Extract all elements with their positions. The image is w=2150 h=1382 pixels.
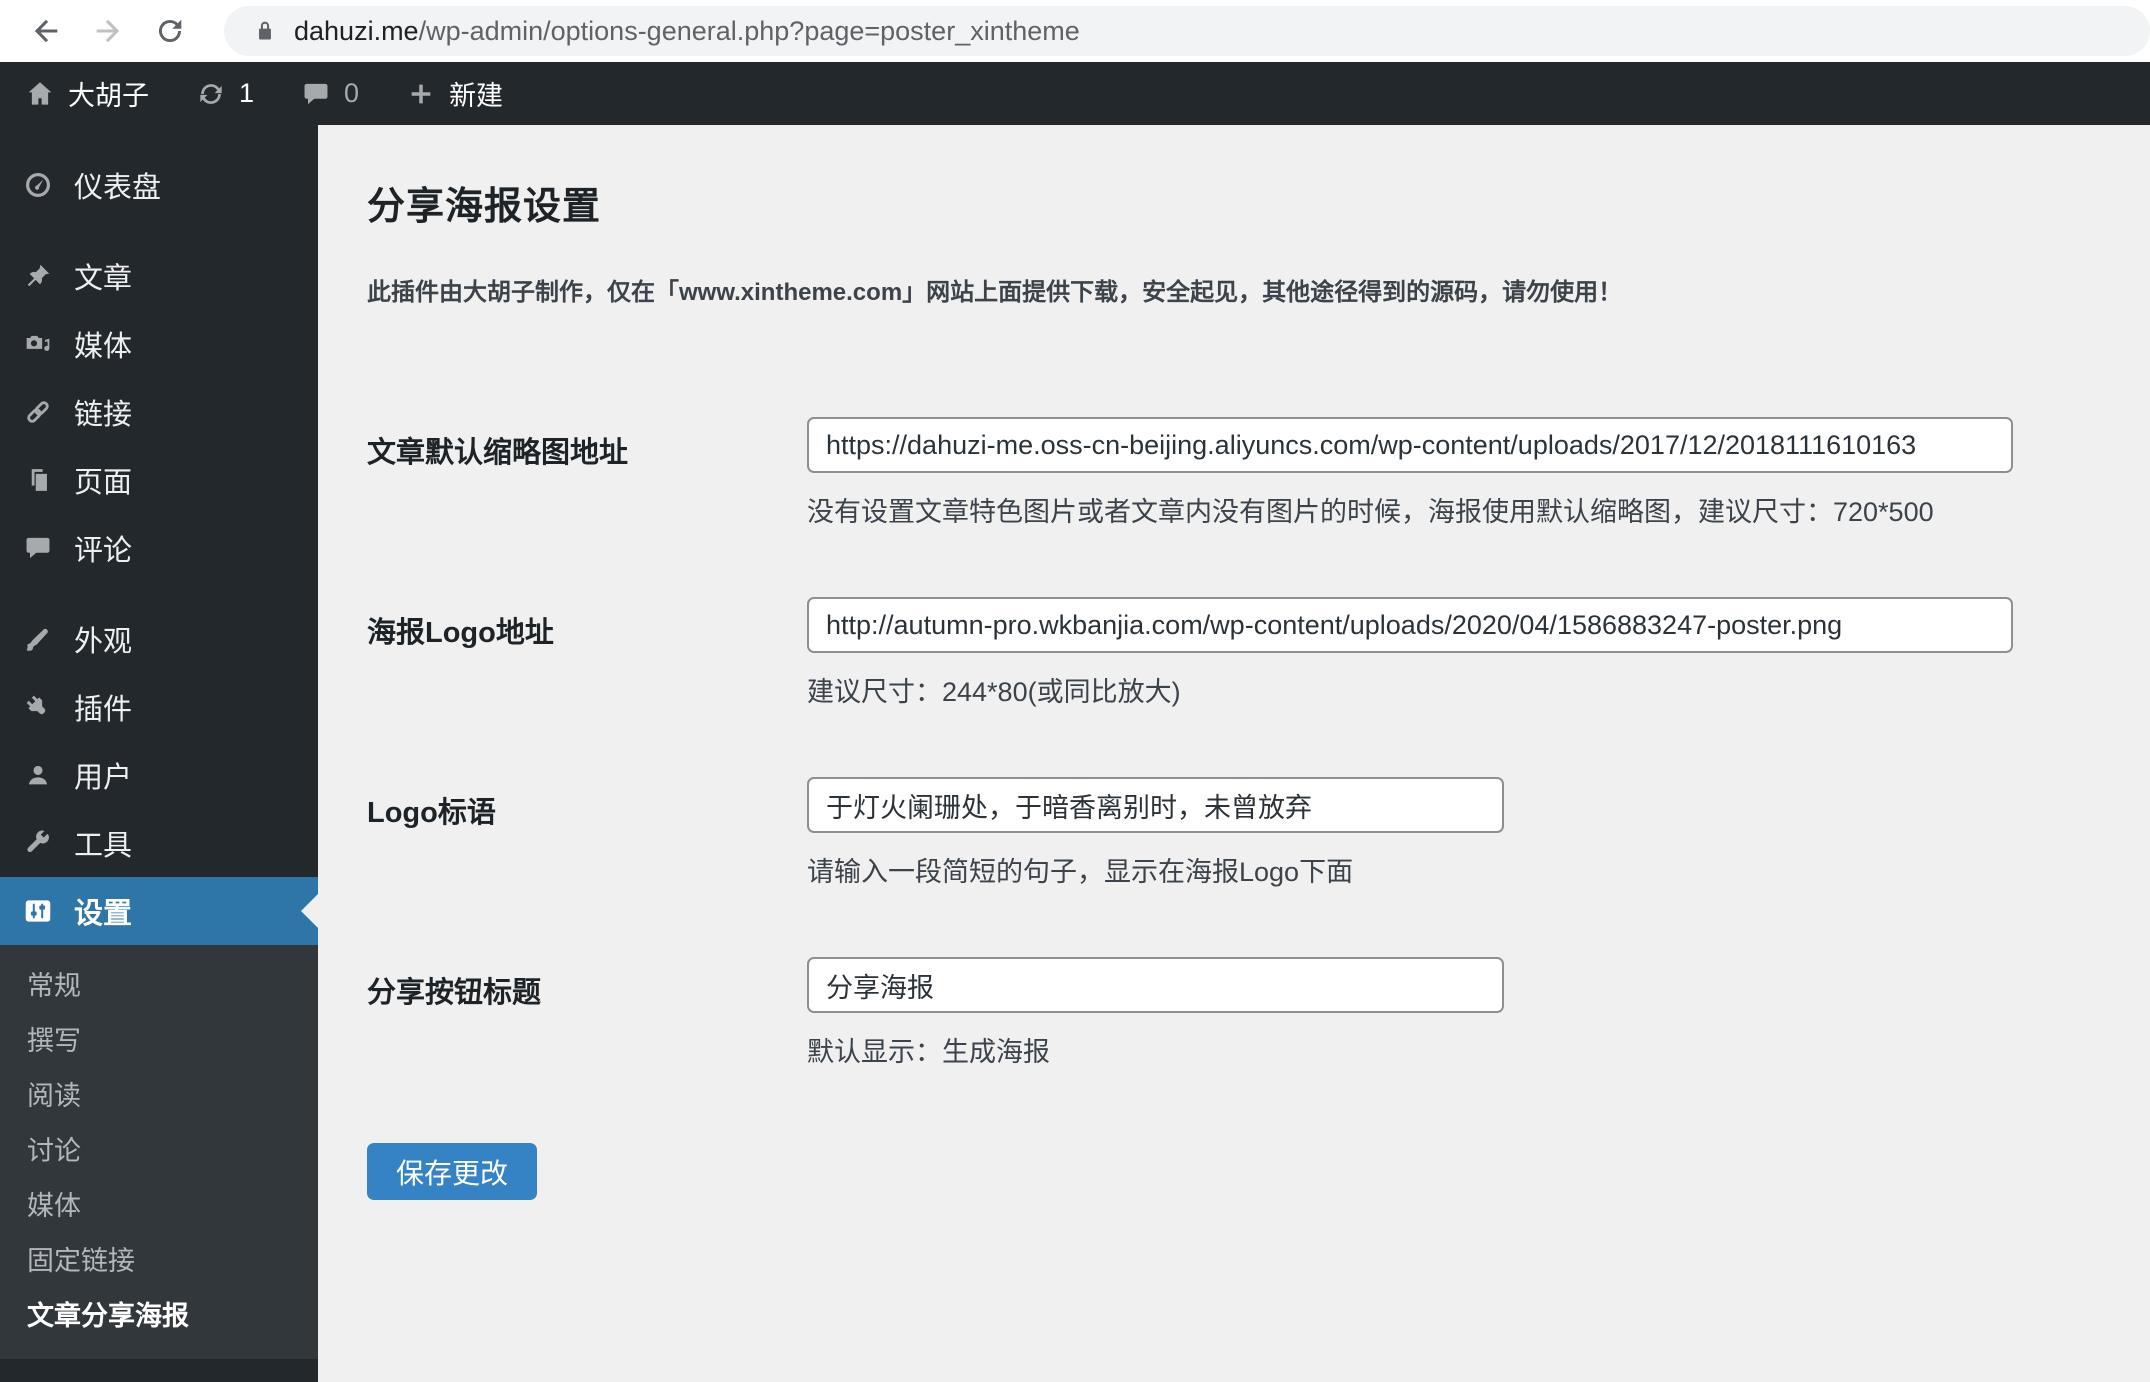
- media-icon: [21, 327, 55, 361]
- comment-icon: [21, 531, 55, 565]
- field-label: 文章默认缩略图地址: [367, 437, 629, 469]
- reload-icon: [158, 19, 182, 43]
- sidebar-item-tools[interactable]: 工具: [0, 809, 318, 877]
- dashboard-icon: [21, 168, 55, 202]
- sidebar-item-users[interactable]: 用户: [0, 741, 318, 809]
- pages-icon: [21, 463, 55, 497]
- plugin-notice: 此插件由大胡子制作，仅在「www.xintheme.com」网站上面提供下载，安…: [367, 279, 1623, 306]
- submenu-item-poster[interactable]: 文章分享海报: [0, 1289, 318, 1344]
- sidebar-item-comments[interactable]: 评论: [0, 514, 318, 582]
- sidebar-item-plugins[interactable]: 插件: [0, 673, 318, 741]
- plus-icon: [405, 78, 437, 110]
- pin-icon: [21, 259, 55, 293]
- field-label: Logo标语: [367, 797, 496, 829]
- url-bar[interactable]: dahuzi.me/wp-admin/options-general.php?p…: [224, 6, 2150, 56]
- admin-menu: 仪表盘 文章 媒体 链接 页面 评论 外观 插件 用户 工具 设置: [0, 125, 318, 945]
- comments-count: 0: [344, 78, 360, 108]
- sidebar-item-appearance[interactable]: 外观: [0, 605, 318, 673]
- field-help: 建议尺寸：244*80(或同比放大): [807, 677, 1181, 707]
- admin-bar: 大胡子 1 0 新建: [0, 62, 2150, 125]
- url-domain: dahuzi.me: [294, 15, 419, 46]
- home-icon: [24, 78, 56, 110]
- back-button[interactable]: [24, 9, 68, 53]
- admin-bar-new[interactable]: 新建: [405, 74, 503, 113]
- sidebar: 仪表盘 文章 媒体 链接 页面 评论 外观 插件 用户 工具 设置 常规 撰写 阅读…: [0, 125, 318, 1382]
- forward-button[interactable]: [86, 9, 130, 53]
- field-label: 分享按钮标题: [367, 977, 542, 1009]
- text-input[interactable]: [807, 597, 2013, 653]
- sliders-icon: [21, 894, 55, 928]
- sidebar-item-pages[interactable]: 页面: [0, 446, 318, 514]
- update-icon: [195, 78, 227, 110]
- url-path: /wp-admin/options-general.php?page=poste…: [418, 15, 1080, 46]
- field-help: 默认显示：生成海报: [807, 1037, 1050, 1067]
- form-row: 分享按钮标题 默认显示：生成海报: [367, 957, 2150, 1069]
- updates-count: 1: [239, 78, 255, 108]
- field-label: 海报Logo地址: [367, 617, 554, 649]
- page-title: 分享海报设置: [367, 186, 602, 228]
- submenu-item-writing[interactable]: 撰写: [0, 1014, 318, 1069]
- back-arrow-icon: [34, 19, 58, 43]
- admin-bar-site[interactable]: 大胡子: [24, 74, 149, 113]
- sidebar-item-media[interactable]: 媒体: [0, 310, 318, 378]
- admin-bar-comments[interactable]: 0: [300, 78, 359, 110]
- submenu-item-general[interactable]: 常规: [0, 959, 318, 1014]
- settings-form: 文章默认缩略图地址 没有设置文章特色图片或者文章内没有图片的时候，海报使用默认缩…: [367, 417, 2150, 1069]
- current-menu-arrow: [301, 894, 318, 928]
- text-input[interactable]: [807, 777, 1504, 833]
- new-label: 新建: [449, 81, 504, 111]
- text-input[interactable]: [807, 957, 1504, 1013]
- submenu-item-permalinks[interactable]: 固定链接: [0, 1234, 318, 1289]
- brush-icon: [21, 622, 55, 656]
- submenu-item-reading[interactable]: 阅读: [0, 1069, 318, 1124]
- plug-icon: [21, 690, 55, 724]
- forward-arrow-icon: [96, 19, 120, 43]
- sidebar-item-links[interactable]: 链接: [0, 378, 318, 446]
- browser-toolbar: dahuzi.me/wp-admin/options-general.php?p…: [0, 0, 2150, 62]
- form-row: 海报Logo地址 建议尺寸：244*80(或同比放大): [367, 597, 2150, 709]
- screen: dahuzi.me/wp-admin/options-general.php?p…: [0, 0, 2150, 1382]
- user-icon: [21, 758, 55, 792]
- field-help: 请输入一段简短的句子，显示在海报Logo下面: [807, 857, 1354, 887]
- admin-bar-updates[interactable]: 1: [195, 78, 254, 110]
- field-help: 没有设置文章特色图片或者文章内没有图片的时候，海报使用默认缩略图，建议尺寸：72…: [807, 497, 1934, 527]
- comment-icon: [300, 78, 332, 110]
- lock-icon: [259, 21, 271, 40]
- submenu-item-discussion[interactable]: 讨论: [0, 1124, 318, 1179]
- sidebar-item-dashboard[interactable]: 仪表盘: [0, 151, 318, 219]
- settings-submenu: 常规 撰写 阅读 讨论 媒体 固定链接 文章分享海报: [0, 945, 318, 1359]
- submenu-item-media[interactable]: 媒体: [0, 1179, 318, 1234]
- text-input[interactable]: [807, 417, 2013, 473]
- site-name: 大胡子: [68, 81, 149, 111]
- save-button[interactable]: 保存更改: [367, 1143, 538, 1200]
- wrench-icon: [21, 826, 55, 860]
- form-row: Logo标语 请输入一段简短的句子，显示在海报Logo下面: [367, 777, 2150, 889]
- sidebar-item-posts[interactable]: 文章: [0, 242, 318, 310]
- settings-page: 分享海报设置 此插件由大胡子制作，仅在「www.xintheme.com」网站上…: [318, 125, 2150, 1382]
- reload-button[interactable]: [148, 9, 192, 53]
- form-row: 文章默认缩略图地址 没有设置文章特色图片或者文章内没有图片的时候，海报使用默认缩…: [367, 417, 2150, 529]
- sidebar-item-settings[interactable]: 设置: [0, 877, 318, 945]
- link-icon: [21, 395, 55, 429]
